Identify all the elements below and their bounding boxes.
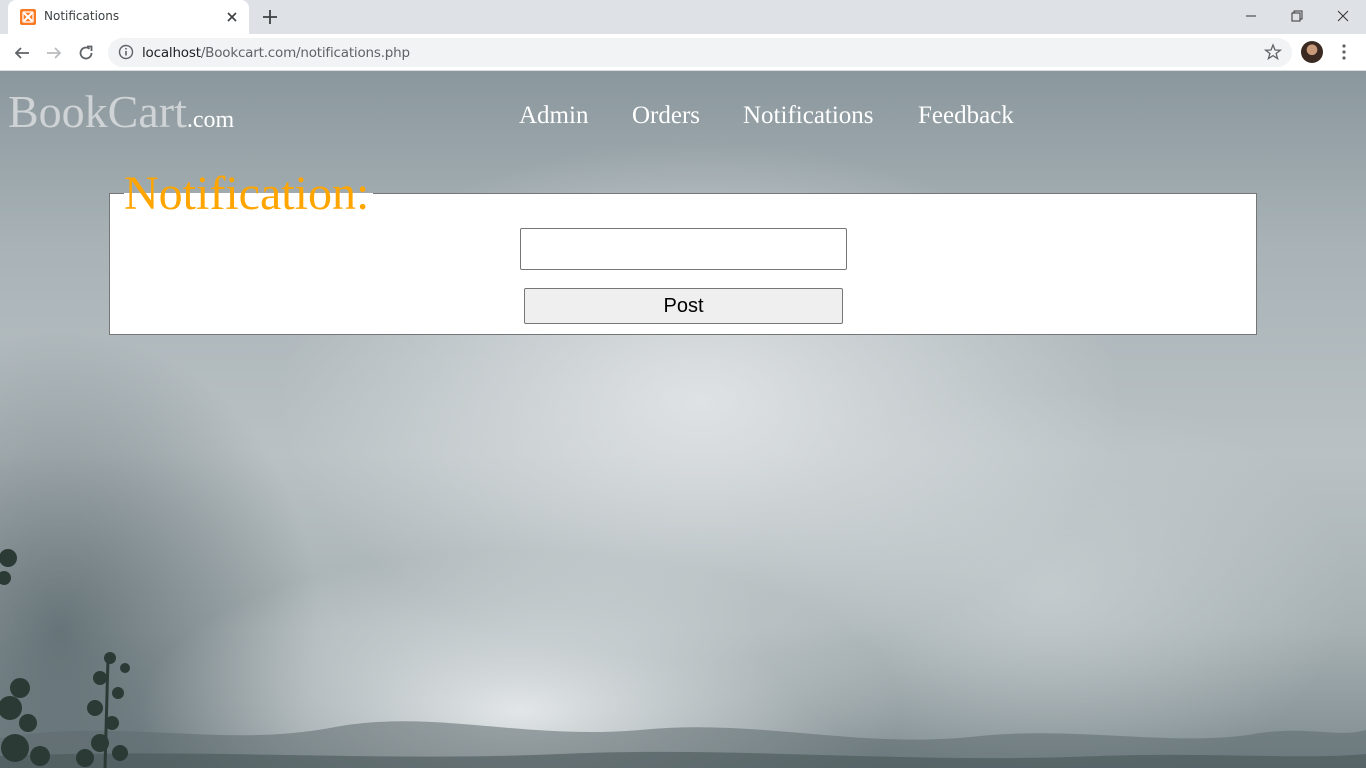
reload-icon xyxy=(79,45,93,60)
browser-tab[interactable]: Notifications xyxy=(8,0,249,34)
browser-toolbar: localhost/Bookcart.com/notifications.php xyxy=(0,34,1366,71)
mountain-ridge-decoration xyxy=(0,721,1366,768)
site-info-icon[interactable] xyxy=(118,44,134,60)
bookmark-star-icon[interactable] xyxy=(1264,43,1282,61)
minimize-button[interactable] xyxy=(1228,0,1274,32)
minimize-icon xyxy=(1246,15,1256,17)
close-tab-icon[interactable] xyxy=(224,9,240,25)
new-tab-icon[interactable] xyxy=(260,7,280,27)
back-arrow-icon xyxy=(14,47,29,59)
notification-input[interactable] xyxy=(520,228,847,270)
nav-orders[interactable]: Orders xyxy=(632,102,700,130)
url-host: localhost xyxy=(142,45,201,61)
back-button[interactable] xyxy=(10,41,34,65)
nav-notifications[interactable]: Notifications xyxy=(743,102,874,130)
reload-button[interactable] xyxy=(74,41,98,65)
main-nav: Admin Orders Notifications Feedback xyxy=(0,102,1366,136)
forward-button[interactable] xyxy=(42,41,66,65)
nav-feedback[interactable]: Feedback xyxy=(918,102,1014,130)
page-viewport: BookCart.com Admin Orders Notifications … xyxy=(0,71,1366,768)
restore-button[interactable] xyxy=(1274,0,1320,32)
xampp-favicon-icon xyxy=(20,9,36,25)
close-window-icon xyxy=(1337,10,1349,22)
nav-admin[interactable]: Admin xyxy=(519,102,588,130)
url-path: /Bookcart.com/notifications.php xyxy=(200,45,410,61)
forward-arrow-icon xyxy=(47,47,62,59)
browser-menu-icon[interactable] xyxy=(1336,43,1352,61)
tree-silhouette-decoration xyxy=(0,549,130,768)
address-bar[interactable]: localhost/Bookcart.com/notifications.php xyxy=(108,38,1292,67)
restore-icon xyxy=(1291,10,1303,22)
tab-title: Notifications xyxy=(44,9,120,23)
notification-heading: Notification: xyxy=(124,165,374,223)
browser-tabstrip: Notifications xyxy=(0,0,1366,34)
post-button[interactable]: Post xyxy=(524,288,843,324)
profile-avatar[interactable] xyxy=(1301,41,1323,63)
url-text: localhost/Bookcart.com/notifications.php xyxy=(142,45,410,61)
close-window-button[interactable] xyxy=(1320,0,1366,32)
